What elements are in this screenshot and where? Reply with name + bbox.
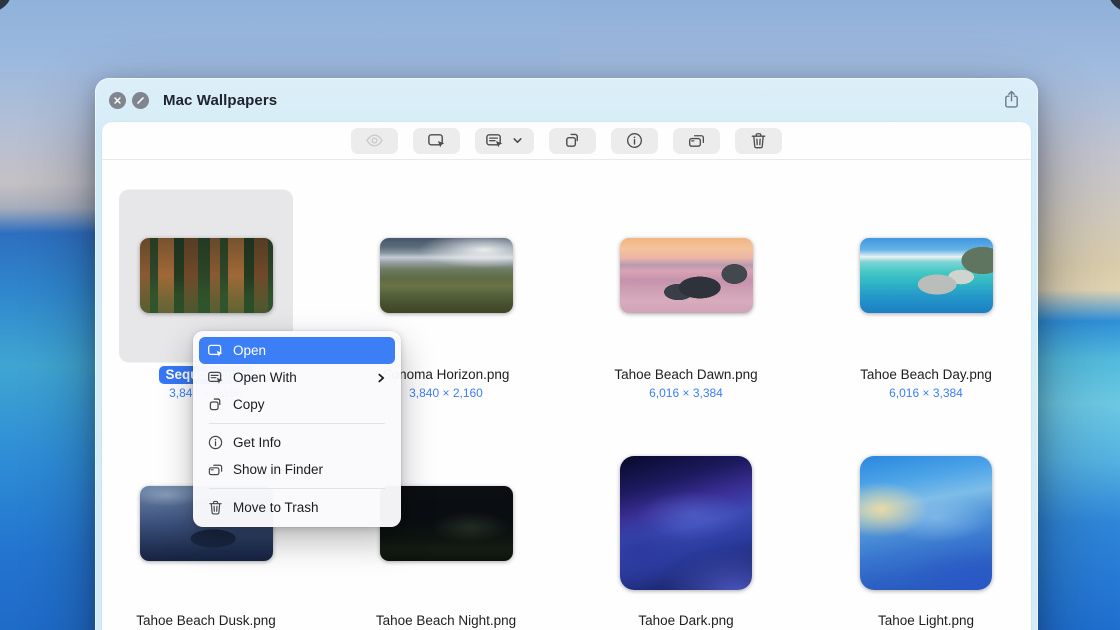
file-name: Tahoe Beach Dusk.png: [136, 611, 276, 630]
menu-divider: [209, 423, 385, 424]
toolbar-get-info-button[interactable]: [611, 128, 658, 154]
prohibit-icon: [135, 95, 146, 106]
wallpaper-thumbnail[interactable]: [860, 456, 992, 590]
eye-icon: [365, 131, 384, 150]
file-name: Tahoe Beach Day.png: [860, 365, 992, 384]
menu-item-label: Open With: [233, 370, 366, 385]
menu-item-label: Move to Trash: [233, 500, 387, 515]
open-icon: [427, 131, 446, 150]
chevron-right-icon: [375, 372, 387, 384]
open-icon: [207, 342, 224, 359]
thumbnail-area: [566, 189, 806, 362]
thumbnail-area: [806, 189, 1031, 362]
grid-item-dawn[interactable]: Tahoe Beach Dawn.png 6,016 × 3,384: [566, 189, 806, 401]
thumbnail-area: [566, 456, 806, 590]
menu-item-open-with[interactable]: Open With: [199, 364, 395, 391]
trash-icon: [207, 499, 224, 516]
menu-item-label: Get Info: [233, 435, 387, 450]
file-dimensions: 6,016 × 3,384: [649, 386, 723, 401]
menu-item-show-in-finder[interactable]: Show in Finder: [199, 456, 395, 483]
menu-divider: [209, 488, 385, 489]
windows-icon: [687, 131, 706, 150]
copy-icon: [207, 396, 224, 413]
wallpaper-thumbnail[interactable]: [860, 238, 993, 313]
chevron-down-icon: [511, 134, 524, 147]
file-name: Sonoma Horizon.png: [383, 365, 510, 384]
menu-item-move-to-trash[interactable]: Move to Trash: [199, 494, 395, 521]
share-button[interactable]: [998, 88, 1024, 114]
window-title: Mac Wallpapers: [163, 92, 277, 109]
info-icon: [625, 131, 644, 150]
menu-item-get-info[interactable]: Get Info: [199, 429, 395, 456]
wallpaper-thumbnail[interactable]: [380, 238, 513, 313]
wallpaper-thumbnail[interactable]: [620, 238, 753, 313]
menu-item-label: Open: [233, 343, 387, 358]
open-with-icon: [207, 369, 224, 386]
toolbar-copy-button[interactable]: [549, 128, 596, 154]
menu-item-label: Copy: [233, 397, 387, 412]
toolbar-preview-button[interactable]: [351, 128, 398, 154]
grid-item-light[interactable]: Tahoe Light.png: [806, 456, 1031, 630]
file-dimensions: 3,840 × 2,160: [409, 386, 483, 401]
close-button[interactable]: [109, 92, 126, 109]
file-name: Tahoe Beach Night.png: [376, 611, 516, 630]
menu-item-label: Show in Finder: [233, 462, 387, 477]
trash-icon: [749, 131, 768, 150]
context-menu: Open Open With Copy Get Info Show in Fin…: [193, 331, 401, 527]
grid-item-day[interactable]: Tahoe Beach Day.png 6,016 × 3,384: [806, 189, 1031, 401]
thumbnail-area: [806, 456, 1031, 590]
info-icon: [207, 434, 224, 451]
open-with-icon: [485, 131, 504, 150]
windows-icon: [207, 461, 224, 478]
share-icon: [1001, 89, 1022, 113]
screen: Mac Wallpapers: [0, 0, 1120, 630]
toolbar-trash-button[interactable]: [735, 128, 782, 154]
grid-item-dark[interactable]: Tahoe Dark.png: [566, 456, 806, 630]
prohibit-button[interactable]: [132, 92, 149, 109]
menu-item-open[interactable]: Open: [199, 337, 395, 364]
wallpaper-thumbnail[interactable]: [620, 456, 752, 590]
close-icon: [112, 95, 123, 106]
file-name: Tahoe Light.png: [878, 611, 974, 630]
copy-icon: [563, 131, 582, 150]
file-name: Tahoe Dark.png: [638, 611, 733, 630]
toolbar: [102, 122, 1031, 160]
file-dimensions: 6,016 × 3,384: [889, 386, 963, 401]
wallpaper-thumbnail[interactable]: [140, 238, 273, 313]
toolbar-open-button[interactable]: [413, 128, 460, 154]
toolbar-show-in-finder-button[interactable]: [673, 128, 720, 154]
toolbar-open-with-button[interactable]: [475, 128, 534, 154]
titlebar: Mac Wallpapers: [95, 78, 1038, 122]
file-name: Tahoe Beach Dawn.png: [614, 365, 757, 384]
menu-item-copy[interactable]: Copy: [199, 391, 395, 418]
